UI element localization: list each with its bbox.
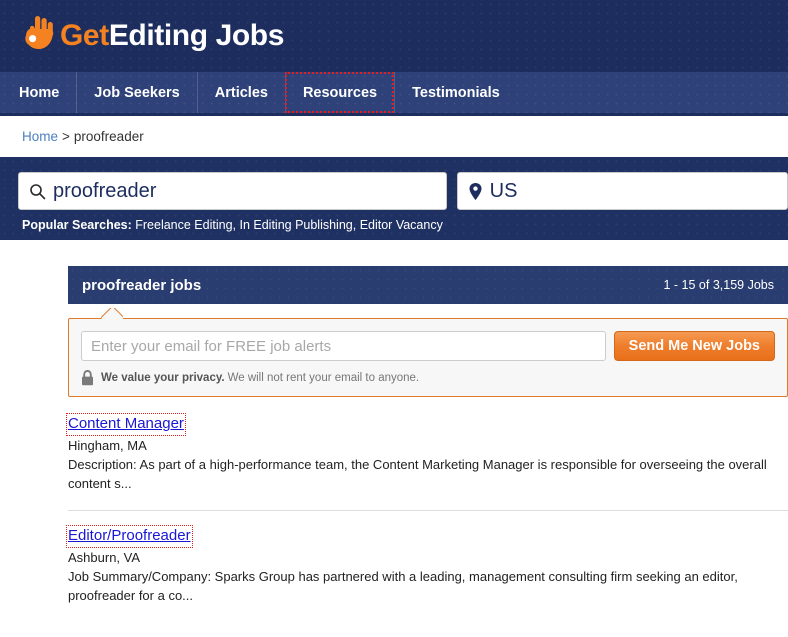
site-logo[interactable]: GetEditing Jobs: [18, 14, 284, 58]
callout-pointer: [101, 308, 123, 319]
nav-item-home[interactable]: Home: [2, 72, 76, 113]
nav-item-label: Home: [19, 84, 60, 101]
job-description: Job Summary/Company: Sparks Group has pa…: [68, 569, 738, 604]
job-title-link[interactable]: Editor/Proofreader: [66, 525, 193, 548]
breadcrumb-current: proofreader: [73, 129, 144, 144]
popular-searches-terms[interactable]: Freelance Editing, In Editing Publishing…: [135, 218, 443, 232]
nav-item-label: Resources: [302, 84, 378, 101]
keyword-search-value: proofreader: [53, 180, 157, 202]
search-band: proofreader US Popular Searches: Freelan…: [0, 157, 788, 240]
nav-item-resources[interactable]: Resources: [284, 72, 395, 113]
job-description: Description: As part of a high-performan…: [68, 457, 767, 492]
nav-item-articles[interactable]: Articles: [196, 72, 285, 113]
location-search-field[interactable]: US: [456, 172, 788, 210]
privacy-text: We will not rent your email to anyone.: [227, 372, 420, 384]
job-title-link[interactable]: Content Manager: [66, 413, 186, 436]
job-location: Hingham, MA: [68, 437, 147, 453]
job-location: Ashburn, VA: [68, 549, 141, 565]
privacy-strong-text: We value your privacy.: [101, 372, 225, 384]
results-title: proofreader jobs: [82, 276, 202, 294]
nav-item-label: Articles: [214, 84, 268, 101]
nav-item-label: Job Seekers: [94, 84, 180, 101]
breadcrumb: Home > proofreader: [0, 116, 788, 157]
breadcrumb-link-home[interactable]: Home: [22, 129, 58, 144]
site-masthead: GetEditing Jobs: [0, 0, 788, 72]
results-header: proofreader jobs 1 - 15 of 3,159 Jobs: [68, 266, 788, 304]
nav-item-label: Testimonials: [412, 84, 500, 101]
search-icon: [29, 183, 46, 200]
popular-searches: Popular Searches: Freelance Editing, In …: [0, 218, 788, 232]
breadcrumb-separator: >: [62, 129, 70, 144]
main-navigation: Home Job Seekers Articles Resources Test…: [0, 72, 788, 116]
map-pin-icon: [468, 182, 483, 201]
nav-item-testimonials[interactable]: Testimonials: [394, 72, 517, 113]
location-search-value: US: [489, 180, 518, 202]
keyword-search-field[interactable]: proofreader: [18, 172, 447, 210]
results-count: 1 - 15 of 3,159 Jobs: [663, 278, 775, 292]
logo-text-rest: Editing Jobs: [108, 19, 285, 52]
list-item: Editor/Proofreader Ashburn, VA Job Summa…: [66, 509, 788, 622]
send-me-new-jobs-button[interactable]: Send Me New Jobs: [613, 331, 775, 361]
lock-icon: [81, 370, 94, 386]
main-content: proofreader jobs 1 - 15 of 3,159 Jobs Se…: [0, 266, 788, 622]
job-alert-callout: Send Me New Jobs We value your privacy. …: [68, 318, 788, 397]
privacy-notice: We value your privacy. We will not rent …: [81, 370, 775, 386]
list-item: Content Manager Hingham, MA Description:…: [66, 413, 788, 510]
ok-hand-icon: [18, 14, 58, 58]
email-alert-input[interactable]: [81, 331, 606, 361]
nav-item-job-seekers[interactable]: Job Seekers: [76, 72, 196, 113]
logo-text-accent: Get: [60, 19, 109, 52]
job-results-list: Content Manager Hingham, MA Description:…: [66, 413, 788, 622]
popular-searches-label: Popular Searches:: [22, 218, 132, 232]
